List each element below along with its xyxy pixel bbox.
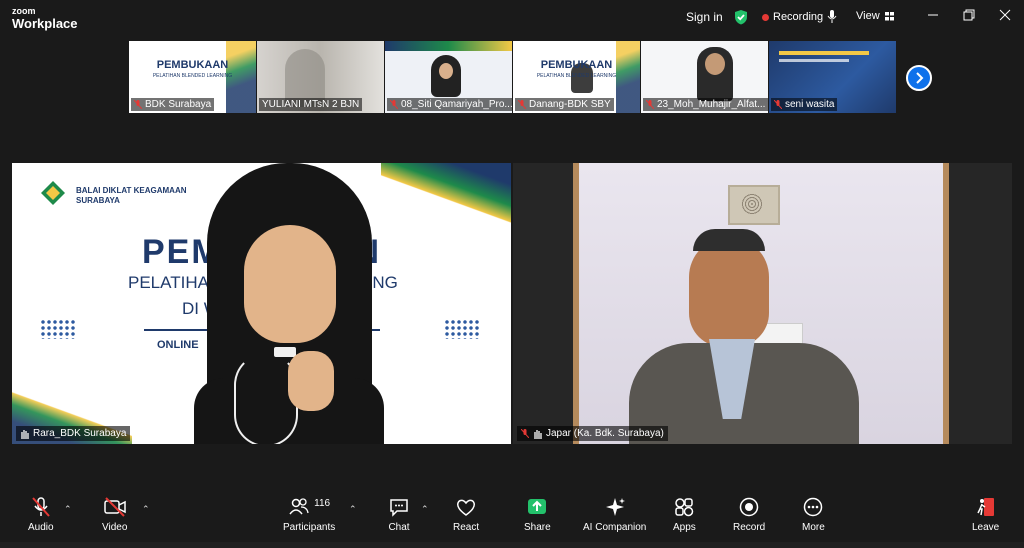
leave-button[interactable]: Leave xyxy=(972,496,999,533)
chat-options-caret[interactable]: ⌃ xyxy=(421,504,429,515)
participants-count: 116 xyxy=(314,498,331,509)
sign-in-button[interactable]: Sign in xyxy=(686,10,723,24)
participant-tile[interactable]: PEMBUKAAN PELATIHAN BLENDED LEARNING Dan… xyxy=(513,41,640,113)
recording-label: Recording xyxy=(773,11,824,23)
slide-subtitle: PELATIHAN BLENDED LEARNING xyxy=(152,73,233,79)
participant-name: 08_Siti Qamariyah_Pro... xyxy=(387,98,512,111)
participant-name: YULIANI MTsN 2 BJN xyxy=(259,98,363,111)
meeting-toolbar: Audio ⌃ Video ⌃ 116 Participants ⌃ Chat … xyxy=(0,492,1024,548)
os-taskbar xyxy=(0,542,1024,548)
muted-mic-icon xyxy=(521,429,529,438)
restore-icon[interactable] xyxy=(962,8,976,22)
speaker-video-tile[interactable]: Japar (Ka. Bdk. Surabaya) xyxy=(513,163,1012,444)
slide-subtitle: PELATIHAN BLENDED LEARNING xyxy=(536,73,617,79)
participant-name: Danang-BDK SBY xyxy=(515,98,614,111)
raised-hand-icon xyxy=(534,429,542,439)
participant-name: 23_Moh_Muhajir_Alfat... xyxy=(643,98,768,111)
participant-name: seni wasita xyxy=(771,98,838,111)
video-off-icon xyxy=(103,497,126,517)
record-button[interactable]: Record xyxy=(733,496,765,533)
speaker-name: Japar (Ka. Bdk. Surabaya) xyxy=(517,426,668,441)
close-icon[interactable] xyxy=(998,8,1012,22)
view-label: View xyxy=(856,10,880,22)
microphone-icon[interactable] xyxy=(827,10,837,24)
org-name-line1: BALAI DIKLAT KEAGAMAAN xyxy=(76,186,187,195)
brand-bottom: Workplace xyxy=(12,16,78,31)
app-logo: zoom Workplace xyxy=(12,6,78,31)
slide-online: ONLINE xyxy=(157,339,199,351)
muted-mic-icon xyxy=(518,100,526,109)
participant-tile[interactable]: 23_Moh_Muhajir_Alfat... xyxy=(641,41,768,113)
leave-icon xyxy=(976,498,994,516)
raised-hand-icon xyxy=(21,429,29,439)
minimize-icon[interactable] xyxy=(926,8,940,22)
participant-tile[interactable]: YULIANI MTsN 2 BJN xyxy=(257,41,384,113)
more-icon xyxy=(804,497,823,517)
speaker-name: Rara_BDK Surabaya xyxy=(16,426,131,441)
participant-tile[interactable]: 08_Siti Qamariyah_Pro... xyxy=(385,41,512,113)
ai-companion-button[interactable]: AI Companion xyxy=(583,496,646,533)
slide-title: PEMBUKAAN xyxy=(156,59,229,71)
react-button[interactable]: React xyxy=(453,496,479,533)
participants-options-caret[interactable]: ⌃ xyxy=(349,504,357,515)
audio-button[interactable]: Audio xyxy=(28,496,54,533)
participant-name: BDK Surabaya xyxy=(131,98,215,111)
chat-button[interactable]: Chat xyxy=(388,496,410,533)
more-button[interactable]: More xyxy=(802,496,825,533)
shield-check-icon[interactable] xyxy=(733,9,749,25)
share-button[interactable]: Share xyxy=(524,496,551,533)
muted-mic-icon xyxy=(134,100,142,109)
record-dot-icon xyxy=(762,13,769,21)
video-button[interactable]: Video xyxy=(102,496,127,533)
chat-icon xyxy=(390,499,408,517)
recording-indicator[interactable]: Recording xyxy=(762,11,823,23)
share-screen-icon xyxy=(528,499,547,514)
apps-button[interactable]: Apps xyxy=(673,496,696,533)
record-icon xyxy=(739,497,759,517)
view-button[interactable]: View xyxy=(856,10,895,22)
muted-mic-icon xyxy=(774,100,782,109)
sparkle-icon xyxy=(605,498,625,516)
ministry-emblem-icon xyxy=(41,181,65,205)
heart-icon xyxy=(457,499,476,516)
grid-view-icon xyxy=(884,11,894,20)
participants-button[interactable]: 116 Participants xyxy=(283,496,335,533)
participants-icon xyxy=(289,498,309,515)
speaker-video-tile[interactable]: BALAI DIKLAT KEAGAMAAN SURABAYA PEMBUKAA… xyxy=(12,163,511,444)
org-name-line2: SURABAYA xyxy=(76,196,120,205)
title-bar: zoom Workplace Sign in Recording View xyxy=(0,0,1024,34)
chevron-right-icon xyxy=(916,72,924,84)
next-page-button[interactable] xyxy=(906,65,932,91)
muted-mic-icon xyxy=(646,100,654,109)
participant-tile[interactable]: PEMBUKAAN PELATIHAN BLENDED LEARNING BDK… xyxy=(129,41,256,113)
video-options-caret[interactable]: ⌃ xyxy=(142,504,150,515)
participant-tile[interactable]: seni wasita xyxy=(769,41,896,113)
apps-icon xyxy=(675,498,694,517)
muted-mic-icon xyxy=(390,100,398,109)
muted-mic-icon xyxy=(32,497,50,517)
audio-options-caret[interactable]: ⌃ xyxy=(64,504,72,515)
slide-title: PEMBUKAAN xyxy=(540,59,613,71)
